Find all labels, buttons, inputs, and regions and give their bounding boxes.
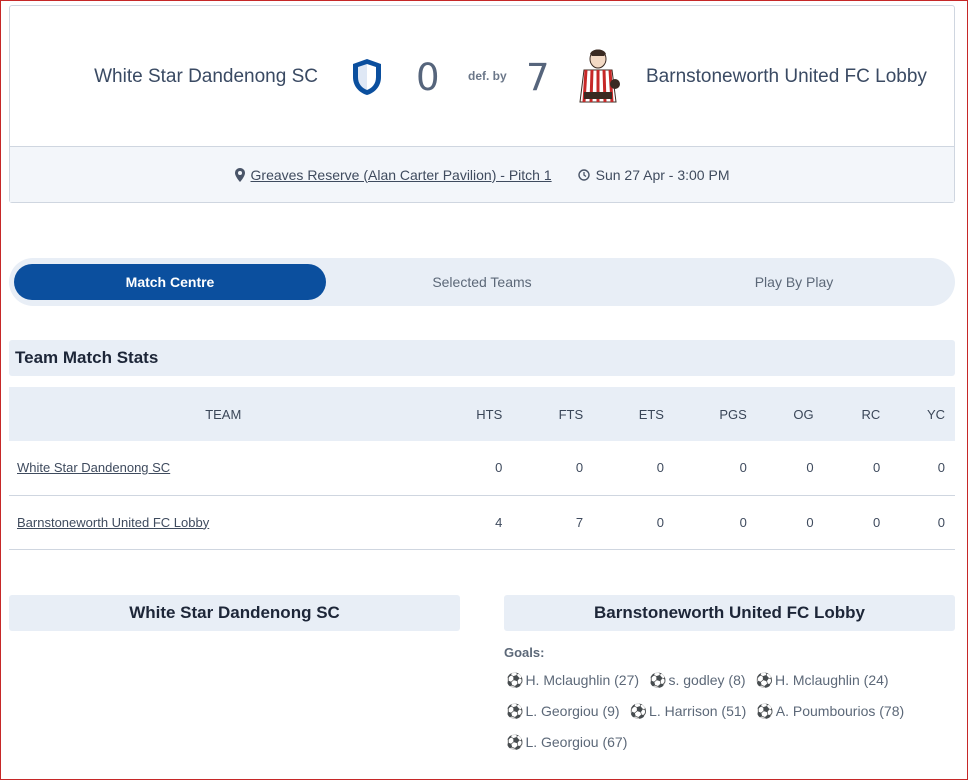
soccer-ball-icon: ⚽ <box>506 733 524 750</box>
table-row: White Star Dandenong SC 0 0 0 0 0 0 0 <box>9 441 955 496</box>
goal-item: ⚽ L. Harrison (51) <box>630 701 747 721</box>
soccer-ball-icon: ⚽ <box>506 671 524 688</box>
team-link[interactable]: White Star Dandenong SC <box>17 460 170 475</box>
stat-cell: 4 <box>437 495 513 550</box>
stat-cell: 0 <box>890 441 955 496</box>
away-team-name[interactable]: Barnstoneworth United FC Lobby <box>646 66 927 88</box>
match-datetime: Sun 27 Apr - 3:00 PM <box>595 166 730 183</box>
tab-match-centre[interactable]: Match Centre <box>14 264 326 300</box>
soccer-ball-icon: ⚽ <box>629 702 648 719</box>
match-header-card: White Star Dandenong SC 0 def. by 7 Barn… <box>9 5 955 203</box>
table-row: Barnstoneworth United FC Lobby 4 7 0 0 0… <box>9 495 955 550</box>
home-team-shield-icon <box>353 59 381 95</box>
clock-icon <box>577 168 590 181</box>
team-stats-table: TEAM HTS FTS ETS PGS OG RC YC White Star… <box>9 387 955 550</box>
team-match-stats-title: Team Match Stats <box>9 340 955 376</box>
column-header-og: OG <box>756 387 824 441</box>
away-score: 7 <box>526 56 550 99</box>
team-cell: White Star Dandenong SC <box>9 441 438 496</box>
stat-cell: 0 <box>673 441 757 496</box>
stat-cell: 0 <box>437 441 513 496</box>
goal-scorer: L. Harrison (51) <box>649 703 747 719</box>
team-link[interactable]: Barnstoneworth United FC Lobby <box>17 515 209 530</box>
match-time: Sun 27 Apr - 3:00 PM <box>577 166 730 183</box>
match-tabs: Match Centre Selected Teams Play By Play <box>9 258 955 306</box>
away-team-panel-title: Barnstoneworth United FC Lobby <box>504 595 955 631</box>
home-score: 0 <box>416 56 440 99</box>
tab-selected-teams[interactable]: Selected Teams <box>326 264 638 300</box>
away-goals-list: ⚽ H. Mclaughlin (27) ⚽ s. godley (8) ⚽ H. M… <box>506 670 946 752</box>
column-header-rc: RC <box>823 387 891 441</box>
stat-cell: 0 <box>593 441 674 496</box>
stat-cell: 0 <box>593 495 674 550</box>
venue-link[interactable]: Greaves Reserve (Alan Carter Pavilion) -… <box>251 167 552 183</box>
column-header-fts: FTS <box>512 387 594 441</box>
soccer-ball-icon: ⚽ <box>506 702 524 719</box>
column-header-team: TEAM <box>9 387 438 441</box>
table-header-row: TEAM HTS FTS ETS PGS OG RC YC <box>9 387 955 441</box>
map-pin-icon <box>234 167 245 182</box>
goal-item: ⚽ L. Georgiou (9) <box>506 701 620 721</box>
soccer-ball-icon: ⚽ <box>649 671 667 688</box>
tab-play-by-play[interactable]: Play By Play <box>638 264 950 300</box>
soccer-ball-icon: ⚽ <box>756 702 774 719</box>
goals-label: Goals: <box>504 645 545 660</box>
goal-scorer: L. Georgiou (9) <box>525 703 620 719</box>
column-header-ets: ETS <box>593 387 674 441</box>
soccer-ball-icon: ⚽ <box>755 671 773 688</box>
away-team-logo-icon <box>579 49 620 103</box>
team-cell: Barnstoneworth United FC Lobby <box>9 495 438 550</box>
stat-cell: 0 <box>823 495 891 550</box>
goal-scorer: H. Mclaughlin (27) <box>525 672 640 688</box>
home-team-panel-title: White Star Dandenong SC <box>9 595 460 631</box>
goal-item: ⚽ A. Poumbourios (78) <box>756 701 904 721</box>
venue: Greaves Reserve (Alan Carter Pavilion) -… <box>234 167 552 183</box>
goal-item: ⚽ H. Mclaughlin (24) <box>756 670 889 690</box>
goal-scorer: L. Georgiou (67) <box>525 734 628 750</box>
stat-cell: 7 <box>512 495 594 550</box>
result-label: def. by <box>468 69 507 83</box>
stat-cell: 0 <box>756 495 824 550</box>
scoreboard: White Star Dandenong SC 0 def. by 7 Barn… <box>10 6 954 146</box>
stat-cell: 0 <box>756 441 824 496</box>
goal-scorer: A. Poumbourios (78) <box>775 703 905 719</box>
stat-cell: 0 <box>823 441 891 496</box>
stat-cell: 0 <box>512 441 594 496</box>
match-info-bar: Greaves Reserve (Alan Carter Pavilion) -… <box>10 146 954 202</box>
goal-scorer: H. Mclaughlin (24) <box>774 672 889 688</box>
column-header-hts: HTS <box>437 387 513 441</box>
stat-cell: 0 <box>890 495 955 550</box>
stat-cell: 0 <box>673 495 757 550</box>
goal-scorer: s. godley (8) <box>668 672 746 688</box>
column-header-yc: YC <box>890 387 955 441</box>
column-header-pgs: PGS <box>673 387 757 441</box>
goal-item: ⚽ L. Georgiou (67) <box>506 732 627 752</box>
goal-item: ⚽ s. godley (8) <box>649 670 745 690</box>
goal-item: ⚽ H. Mclaughlin (27) <box>506 670 639 690</box>
home-team-name[interactable]: White Star Dandenong SC <box>94 66 318 88</box>
